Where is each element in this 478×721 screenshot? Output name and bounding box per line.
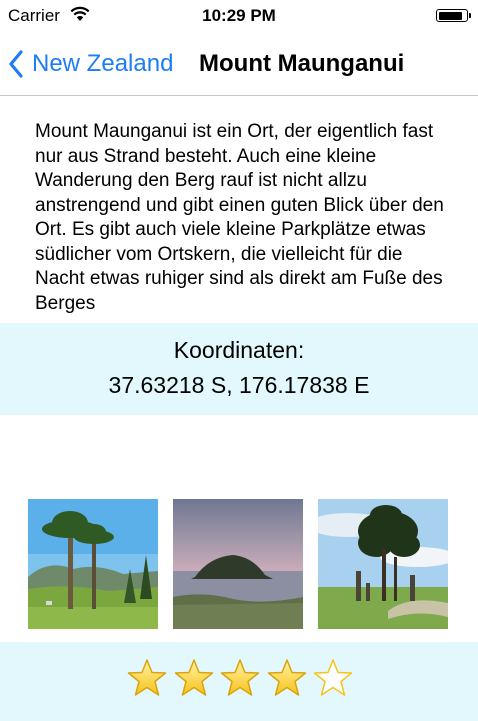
- rating-panel: [0, 642, 478, 721]
- page-title: Mount Maunganui: [199, 50, 405, 77]
- coordinates-label: Koordinaten:: [173, 337, 305, 363]
- star-filled-icon[interactable]: [174, 658, 214, 698]
- status-bar: Carrier 10:29 PM: [0, 0, 478, 32]
- back-button-label: New Zealand: [32, 50, 174, 77]
- photo-thumbnail-2[interactable]: [173, 499, 303, 629]
- photo-thumbnail-3[interactable]: [318, 499, 448, 629]
- star-empty-icon[interactable]: [313, 658, 353, 698]
- battery-icon: [436, 9, 471, 22]
- clock-time: 10:29 PM: [202, 6, 276, 25]
- back-button[interactable]: New Zealand: [8, 48, 173, 80]
- coordinates-panel: Koordinaten: 37.63218 S, 176.17838 E: [0, 323, 478, 415]
- navigation-bar: New Zealand Mount Maunganui: [0, 32, 478, 96]
- place-description: Mount Maunganui ist ein Ort, der eigentl…: [35, 121, 444, 314]
- star-filled-icon[interactable]: [220, 658, 260, 698]
- star-filled-icon[interactable]: [267, 658, 307, 698]
- chevron-left-icon: [9, 50, 23, 78]
- coordinates-value[interactable]: 37.63218 S, 176.17838 E: [0, 372, 478, 399]
- star-filled-icon[interactable]: [127, 658, 167, 698]
- photo-thumbnail-1[interactable]: [28, 499, 158, 629]
